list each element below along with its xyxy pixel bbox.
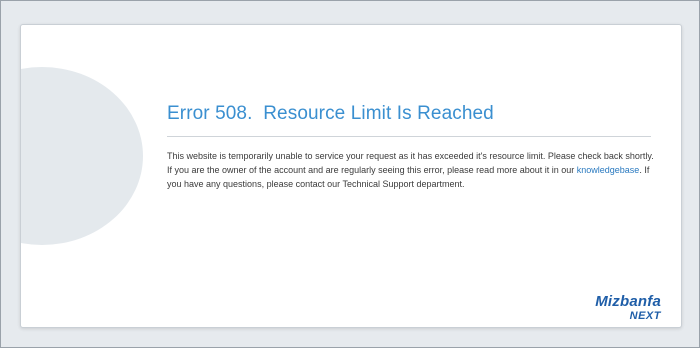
message-line-1: This website is temporarily unable to se… [167,151,654,161]
error-message: This website is temporarily unable to se… [167,149,657,191]
message-line-2-start: If you are the owner of the account and … [167,165,577,175]
logo-subtitle: NEXT [629,310,661,322]
divider [167,136,651,137]
error-title: Error 508. Resource Limit Is Reached [167,103,494,124]
knowledgebase-link[interactable]: knowledgebase [577,165,640,175]
logo-wordmark: Mizbanfa [595,293,661,310]
message-line-2: If you are the owner of the account and … [167,163,657,191]
exclamation-icon [21,67,143,245]
brand-logo: Mizbanfa NEXT [595,293,661,323]
error-card: Error 508. Resource Limit Is Reached Thi… [20,24,682,328]
